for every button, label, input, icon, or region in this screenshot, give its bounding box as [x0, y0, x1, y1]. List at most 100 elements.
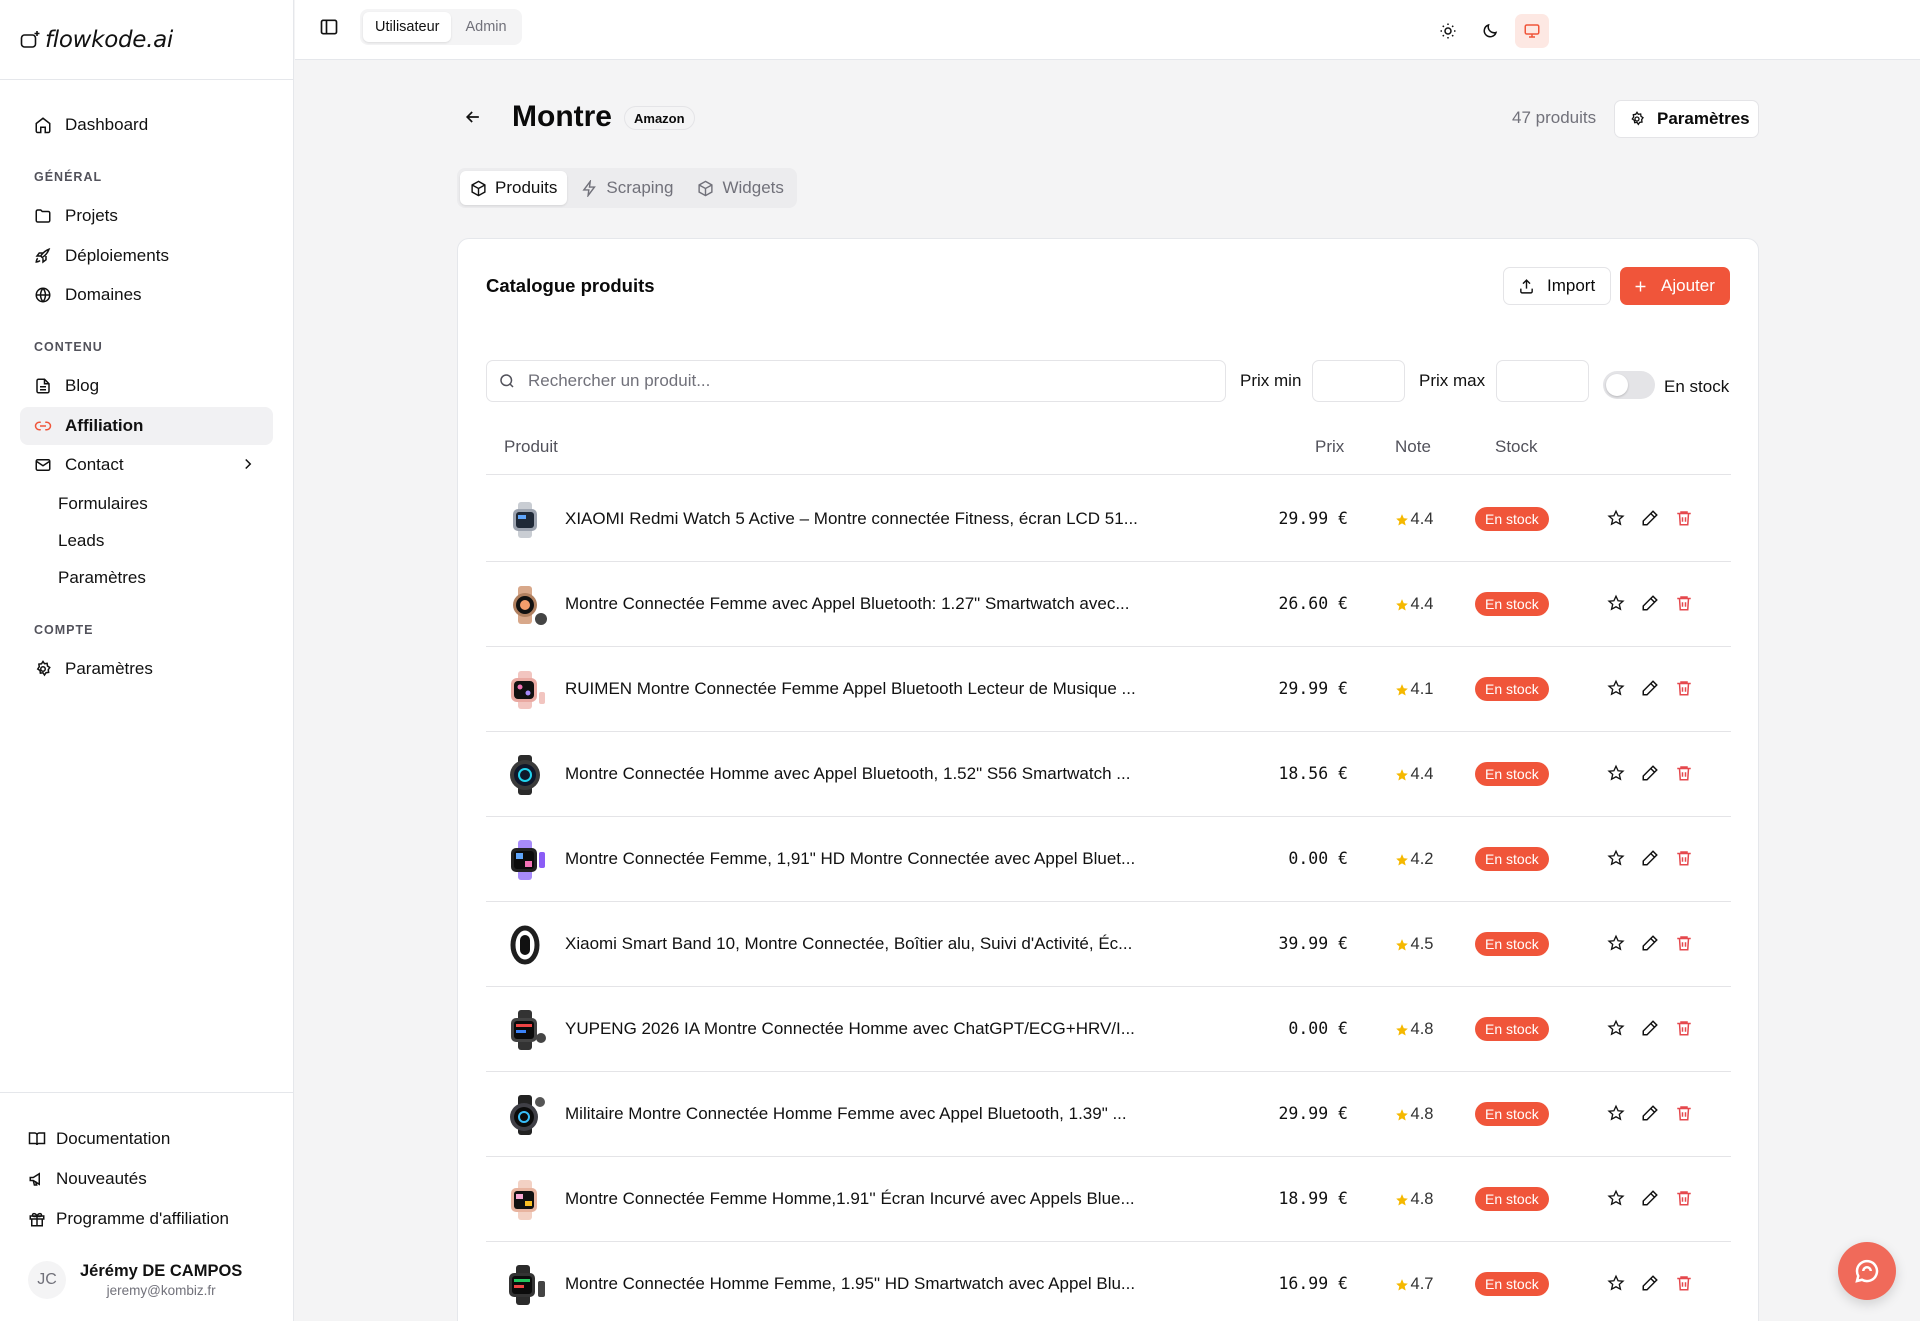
- nav-domains[interactable]: Domaines: [20, 276, 273, 314]
- trash-icon[interactable]: [1675, 509, 1693, 527]
- star-outline-icon[interactable]: [1607, 594, 1625, 612]
- page-title: Montre: [512, 100, 612, 133]
- sun-icon[interactable]: [1431, 14, 1465, 48]
- pencil-icon[interactable]: [1641, 509, 1659, 527]
- trash-icon[interactable]: [1675, 679, 1693, 697]
- nav-documentation-label: Documentation: [56, 1129, 171, 1148]
- import-button[interactable]: Import: [1503, 267, 1611, 305]
- pencil-icon[interactable]: [1641, 849, 1659, 867]
- nav-projects-label: Projets: [65, 206, 118, 225]
- settings-button[interactable]: Paramètres: [1614, 100, 1759, 138]
- product-name[interactable]: XIAOMI Redmi Watch 5 Active – Montre con…: [565, 509, 1145, 529]
- gear-icon: [1629, 111, 1645, 127]
- pencil-icon[interactable]: [1641, 594, 1659, 612]
- user-profile[interactable]: JC Jérémy DE CAMPOS jeremy@kombiz.fr: [16, 1261, 277, 1299]
- cube-icon: [697, 180, 714, 197]
- chat-button[interactable]: [1838, 1242, 1896, 1300]
- star-outline-icon[interactable]: [1607, 679, 1625, 697]
- product-name[interactable]: Montre Connectée Homme Femme, 1.95" HD S…: [565, 1274, 1145, 1294]
- pencil-icon[interactable]: [1641, 934, 1659, 952]
- nav-projects[interactable]: Projets: [20, 197, 273, 235]
- nav-dashboard[interactable]: Dashboard: [20, 106, 273, 144]
- monitor-icon[interactable]: [1515, 14, 1549, 48]
- star-outline-icon[interactable]: [1607, 849, 1625, 867]
- star-outline-icon[interactable]: [1607, 934, 1625, 952]
- product-name[interactable]: Montre Connectée Femme, 1,91" HD Montre …: [565, 849, 1145, 869]
- star-icon: [1395, 1023, 1409, 1037]
- pencil-icon[interactable]: [1641, 1189, 1659, 1207]
- price-max-input[interactable]: [1496, 360, 1589, 402]
- nav-account-settings[interactable]: Paramètres: [20, 650, 273, 688]
- add-button[interactable]: Ajouter: [1620, 267, 1730, 305]
- nav-deployments[interactable]: Déploiements: [20, 237, 273, 275]
- nav-contact-settings[interactable]: Paramètres: [20, 560, 273, 597]
- trash-icon[interactable]: [1675, 934, 1693, 952]
- in-stock-toggle[interactable]: [1603, 371, 1655, 399]
- trash-icon[interactable]: [1675, 1019, 1693, 1037]
- product-name[interactable]: RUIMEN Montre Connectée Femme Appel Blue…: [565, 679, 1145, 699]
- trash-icon[interactable]: [1675, 594, 1693, 612]
- chevron-right-icon[interactable]: [239, 455, 257, 473]
- pencil-icon[interactable]: [1641, 764, 1659, 782]
- star-outline-icon[interactable]: [1607, 1104, 1625, 1122]
- nav-contact-leads[interactable]: Leads: [20, 523, 273, 560]
- rating-value: 4.1: [1410, 680, 1434, 698]
- nav-affiliate-program[interactable]: Programme d'affiliation: [16, 1199, 277, 1239]
- pencil-icon[interactable]: [1641, 1274, 1659, 1292]
- column-stock[interactable]: Stock: [1495, 437, 1538, 457]
- table-row[interactable]: Montre Connectée Femme avec Appel Blueto…: [486, 562, 1731, 647]
- star-outline-icon[interactable]: [1607, 1189, 1625, 1207]
- table-row[interactable]: Xiaomi Smart Band 10, Montre Connectée, …: [486, 902, 1731, 987]
- product-name[interactable]: Xiaomi Smart Band 10, Montre Connectée, …: [565, 934, 1145, 954]
- nav-documentation[interactable]: Documentation: [16, 1119, 277, 1159]
- trash-icon[interactable]: [1675, 1104, 1693, 1122]
- trash-icon[interactable]: [1675, 764, 1693, 782]
- product-name[interactable]: Militaire Montre Connectée Homme Femme a…: [565, 1104, 1145, 1124]
- mode-user-button[interactable]: Utilisateur: [363, 12, 452, 42]
- star-outline-icon[interactable]: [1607, 1274, 1625, 1292]
- column-rating[interactable]: Note: [1395, 437, 1431, 457]
- sidebar-toggle-icon[interactable]: [319, 17, 339, 37]
- pencil-icon[interactable]: [1641, 1104, 1659, 1122]
- back-arrow-icon[interactable]: [463, 107, 483, 127]
- table-row[interactable]: RUIMEN Montre Connectée Femme Appel Blue…: [486, 647, 1731, 732]
- tab-products[interactable]: Produits: [460, 171, 568, 205]
- pencil-icon[interactable]: [1641, 1019, 1659, 1037]
- star-outline-icon[interactable]: [1607, 509, 1625, 527]
- product-name[interactable]: Montre Connectée Homme avec Appel Blueto…: [565, 764, 1145, 784]
- nav-news[interactable]: Nouveautés: [16, 1159, 277, 1199]
- tab-list: Produits Scraping Widgets: [457, 168, 797, 208]
- table-row[interactable]: Montre Connectée Homme Femme, 1.95" HD S…: [486, 1242, 1731, 1321]
- nav-affiliation[interactable]: Affiliation: [20, 406, 273, 445]
- stock-badge: En stock: [1475, 677, 1549, 701]
- tab-widgets[interactable]: Widgets: [687, 171, 793, 205]
- star-outline-icon[interactable]: [1607, 1019, 1625, 1037]
- star-outline-icon[interactable]: [1607, 764, 1625, 782]
- product-name[interactable]: YUPENG 2026 IA Montre Connectée Homme av…: [565, 1019, 1145, 1039]
- nav-contact-forms[interactable]: Formulaires: [20, 486, 273, 523]
- column-price[interactable]: Prix: [1315, 437, 1344, 457]
- mode-admin-button[interactable]: Admin: [453, 12, 518, 42]
- tab-scraping[interactable]: Scraping: [571, 171, 683, 205]
- table-row[interactable]: Militaire Montre Connectée Homme Femme a…: [486, 1072, 1731, 1157]
- trash-icon[interactable]: [1675, 1189, 1693, 1207]
- column-product[interactable]: Produit: [504, 437, 558, 457]
- table-row[interactable]: Montre Connectée Femme, 1,91" HD Montre …: [486, 817, 1731, 902]
- product-name[interactable]: Montre Connectée Femme Homme,1.91'' Écra…: [565, 1189, 1145, 1209]
- table-row[interactable]: XIAOMI Redmi Watch 5 Active – Montre con…: [486, 477, 1731, 562]
- trash-icon[interactable]: [1675, 849, 1693, 867]
- nav-blog[interactable]: Blog: [20, 367, 273, 405]
- product-name[interactable]: Montre Connectée Femme avec Appel Blueto…: [565, 594, 1145, 614]
- table-row[interactable]: Montre Connectée Homme avec Appel Blueto…: [486, 732, 1731, 817]
- pencil-icon[interactable]: [1641, 679, 1659, 697]
- mode-switch: Utilisateur Admin: [360, 9, 522, 45]
- rating-value: 4.8: [1410, 1020, 1434, 1038]
- nav-contact[interactable]: Contact: [20, 446, 273, 484]
- logo[interactable]: flowkode.ai: [0, 0, 293, 80]
- search-input[interactable]: [528, 371, 1208, 391]
- table-row[interactable]: Montre Connectée Femme Homme,1.91'' Écra…: [486, 1157, 1731, 1242]
- price-min-input[interactable]: [1312, 360, 1405, 402]
- moon-icon[interactable]: [1473, 14, 1507, 48]
- table-row[interactable]: YUPENG 2026 IA Montre Connectée Homme av…: [486, 987, 1731, 1072]
- trash-icon[interactable]: [1675, 1274, 1693, 1292]
